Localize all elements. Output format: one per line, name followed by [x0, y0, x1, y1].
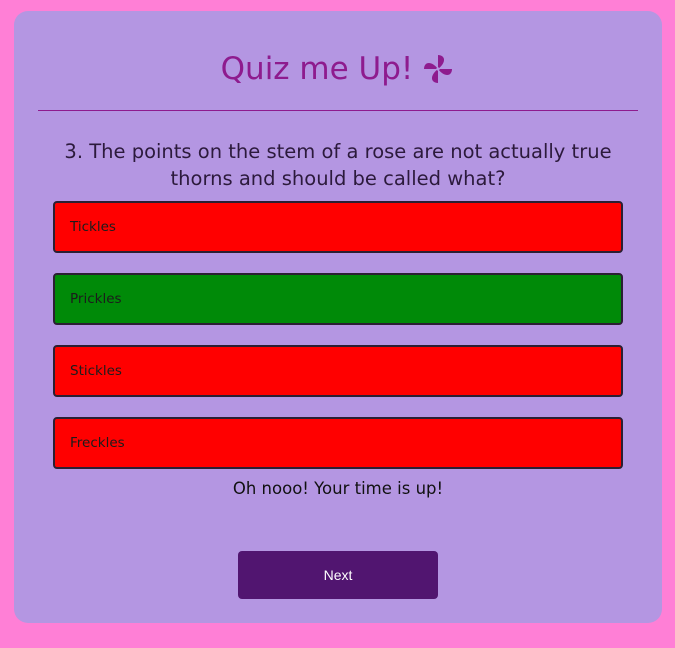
answer-label: Prickles	[70, 291, 122, 307]
pinwheel-icon	[424, 55, 453, 83]
header: Quiz me Up!	[14, 47, 662, 91]
answer-option-tickles[interactable]: Tickles	[53, 201, 623, 253]
header-divider	[38, 110, 638, 111]
page-title: Quiz me Up!	[220, 51, 414, 87]
answer-option-prickles[interactable]: Prickles	[53, 273, 623, 325]
next-button[interactable]: Next	[238, 551, 438, 599]
time-up-message: Oh nooo! Your time is up!	[232, 479, 444, 498]
answer-option-stickles[interactable]: Stickles	[53, 345, 623, 397]
answer-option-freckles[interactable]: Freckles	[53, 417, 623, 469]
quiz-card: Quiz me Up! 3. The points on the stem of…	[14, 11, 662, 623]
answer-label: Tickles	[70, 219, 116, 235]
question-text: 3. The points on the stem of a rose are …	[64, 140, 612, 190]
answer-label: Stickles	[70, 363, 122, 379]
answer-label: Freckles	[70, 435, 125, 451]
